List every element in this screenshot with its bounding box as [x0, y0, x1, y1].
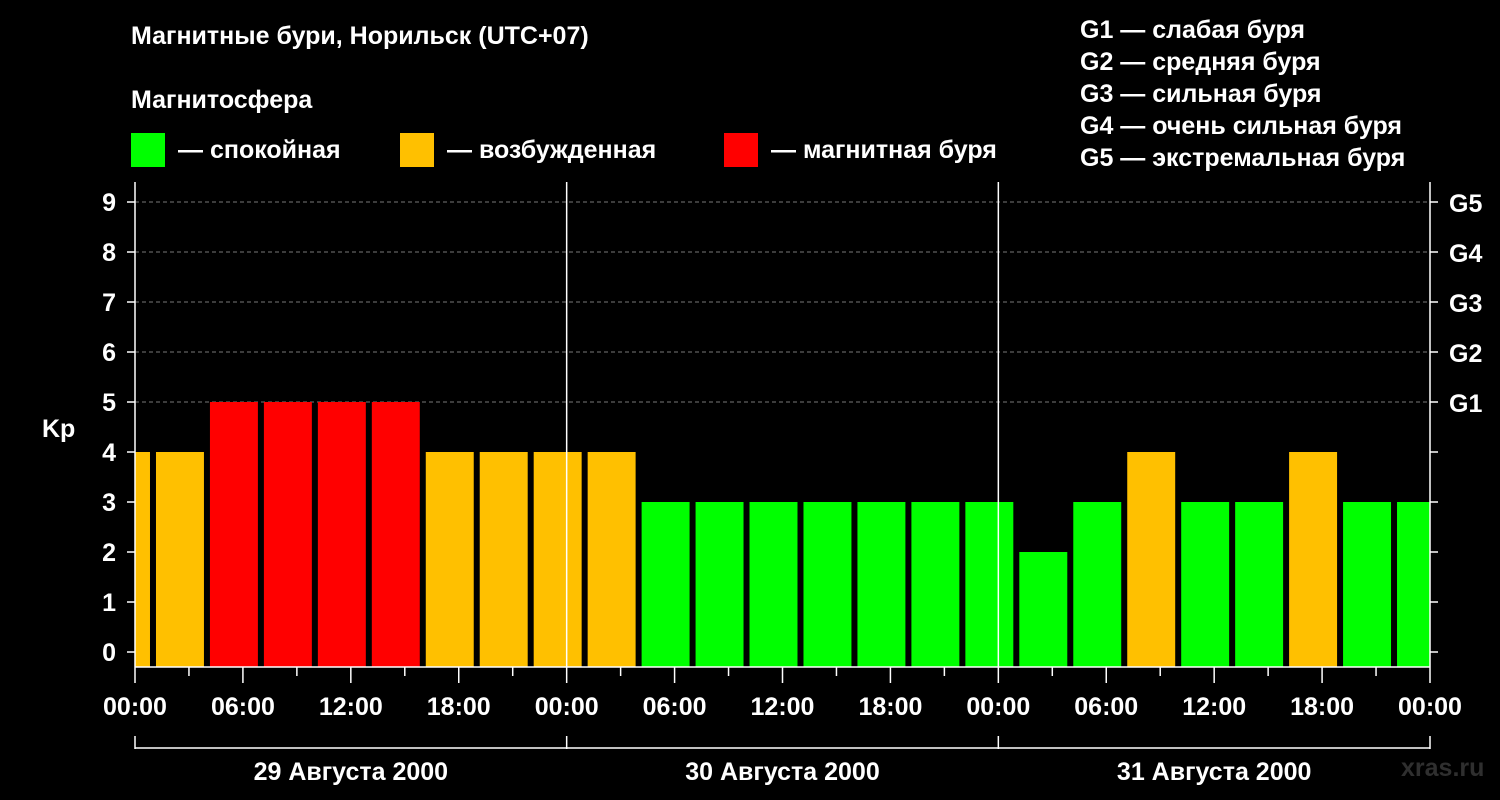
x-tick-label: 00:00 [103, 693, 167, 721]
kp-bar-6 [425, 452, 474, 667]
day-label: 31 Августа 2000 [1117, 758, 1311, 786]
kp-bar-0 [135, 452, 150, 667]
kp-bar-11 [695, 502, 744, 667]
x-tick-label: 00:00 [535, 693, 599, 721]
kp-bar-10 [641, 502, 690, 667]
y-tick-label: 5 [102, 389, 116, 417]
kp-bar-14 [857, 502, 906, 667]
x-tick-label: 00:00 [966, 693, 1030, 721]
kp-bar-15 [911, 502, 960, 667]
y-axis-label: Kp [42, 415, 75, 443]
kp-bar-7 [479, 452, 528, 667]
kp-bar-chart: 0 1 2 3 4 5 6 7 8 9 G1 G2 G3 G4 G5 Kp 00:00 06:00 12:00 18:… [42, 182, 1482, 786]
kp-bar-20 [1181, 502, 1230, 667]
kp-bar-9 [587, 452, 636, 667]
day-label: 29 Августа 2000 [254, 758, 448, 786]
kp-bar-3 [263, 402, 312, 667]
kp-bar-24 [1397, 502, 1430, 667]
y-tick-label: 1 [102, 589, 116, 617]
y-tick-label: 3 [102, 489, 116, 517]
kp-bar-13 [803, 502, 852, 667]
watermark: xras.ru [1401, 754, 1485, 782]
g-scale-label: G3 [1449, 290, 1482, 318]
g-scale-label: G4 [1449, 240, 1482, 268]
kp-bar-21 [1235, 502, 1284, 667]
x-tick-label: 06:00 [211, 693, 275, 721]
x-tick-label: 18:00 [1290, 693, 1354, 721]
y-tick-label: 8 [102, 239, 116, 267]
x-tick-label: 06:00 [1074, 693, 1138, 721]
y-tick-label: 0 [102, 639, 116, 667]
g-scale-label: G2 [1449, 340, 1482, 368]
kp-bar-22 [1289, 452, 1338, 667]
day-label: 30 Августа 2000 [685, 758, 879, 786]
g-scale-label: G5 [1449, 190, 1482, 218]
kp-bar-4 [317, 402, 366, 667]
y-tick-label: 9 [102, 189, 116, 217]
kp-bar-12 [749, 502, 798, 667]
x-tick-label: 12:00 [751, 693, 815, 721]
y-tick-label: 6 [102, 339, 116, 367]
kp-bar-8 [533, 452, 582, 667]
x-tick-label: 18:00 [427, 693, 491, 721]
kp-bar-1 [155, 452, 204, 667]
kp-bar-2 [209, 402, 258, 667]
kp-bar-16 [965, 502, 1014, 667]
x-tick-label: 06:00 [643, 693, 707, 721]
x-tick-label: 12:00 [1182, 693, 1246, 721]
y-tick-label: 7 [102, 289, 116, 317]
g-scale-label: G1 [1449, 390, 1482, 418]
y-tick-label: 4 [102, 439, 116, 467]
kp-bar-19 [1127, 452, 1176, 667]
kp-bar-18 [1073, 502, 1122, 667]
x-tick-label: 00:00 [1398, 693, 1462, 721]
kp-bar-5 [371, 402, 420, 667]
x-tick-label: 18:00 [858, 693, 922, 721]
kp-bar-23 [1343, 502, 1392, 667]
x-tick-label: 12:00 [319, 693, 383, 721]
y-tick-label: 2 [102, 539, 116, 567]
kp-bar-17 [1019, 552, 1068, 667]
